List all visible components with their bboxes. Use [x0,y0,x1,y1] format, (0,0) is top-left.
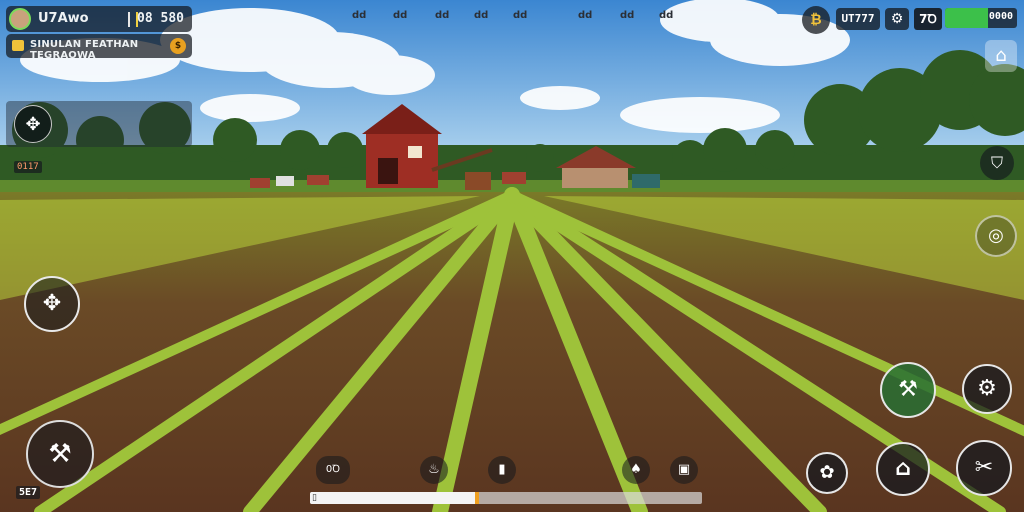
resource-counter: 0117 [14,161,42,173]
player-avatar[interactable] [9,8,31,30]
toolbar-slot-icon[interactable]: ▣ [670,456,698,484]
progress-marker [474,492,479,504]
bottom-toolbar: 0Ꝺ ♨ ▮ ♠ ▣ [310,452,702,490]
farm-scene [0,0,1024,512]
top-indicator: dd [474,10,489,21]
quest-panel[interactable]: SINULAN FEATHAN TEGRAOWA $ [6,34,192,61]
map-icon[interactable]: ⛉ [980,146,1014,180]
top-indicator: dd [393,10,408,21]
tool-icon[interactable]: 7Ꝺ [914,8,942,30]
tool-joystick-icon[interactable]: ⚒ [26,420,94,488]
top-indicator: dd [620,10,635,21]
progress-label: ▯ [312,493,317,503]
energy-bar: 0000 [945,8,1017,28]
energy-fill [945,8,989,28]
toolbar-slot[interactable]: 0Ꝺ [316,456,350,484]
top-indicator: dd [435,10,450,21]
progress-bar: ▯ [310,492,702,504]
toolbar-slot-icon[interactable]: ♠ [622,456,650,484]
quest-title: SINULAN FEATHAN TEGRAOWA [30,39,139,61]
gear-icon[interactable]: ⚙ [885,8,909,30]
game-viewport[interactable]: U7Awo 08 580 SINULAN FEATHAN TEGRAOWA $ … [0,0,1024,512]
top-indicator: dd [513,10,528,21]
toolbar-slot-icon[interactable]: ▮ [488,456,516,484]
harvest-button[interactable]: ✿ [806,452,848,494]
top-indicator: dd [659,10,674,21]
use-tool-button[interactable]: ⚒ [880,362,936,418]
money-display: UT777 [836,8,880,30]
quest-list-icon [12,40,24,51]
player-panel: U7Awo 08 580 [6,6,192,32]
energy-label: 0000 [988,11,1013,22]
player-name: U7Awo [38,11,89,26]
move-joystick-icon[interactable]: ✥ [24,276,80,332]
progress-fill [310,492,475,504]
toolbar-slot-icon[interactable]: ♨ [420,456,448,484]
settings-button[interactable]: ⚙ [962,364,1012,414]
camera-icon[interactable]: ⌂ [985,40,1017,72]
minimap-panel[interactable]: ✥ [6,101,192,147]
coin-icon[interactable]: ₿ [802,6,830,34]
tractor-tool-icon[interactable]: ✥ [14,105,52,143]
coin-icon: $ [170,38,186,54]
top-indicator: dd [352,10,367,21]
bottom-left-label: 5E7 [16,486,41,499]
wrench-button[interactable]: ✂ [956,440,1012,496]
silo-button[interactable]: ⌂ [876,442,930,496]
top-indicator: dd [578,10,593,21]
player-score: 08 580 [137,11,184,26]
compass-icon[interactable]: ◎ [975,215,1017,257]
